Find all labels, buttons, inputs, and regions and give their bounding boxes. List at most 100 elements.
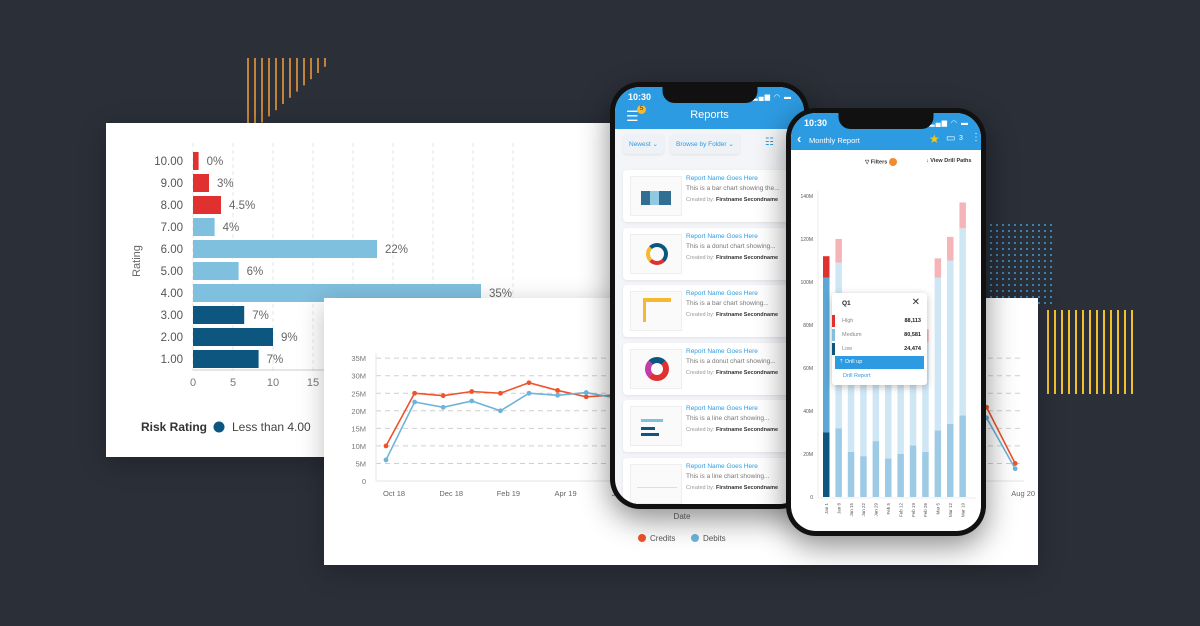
grid-dot: [990, 272, 992, 274]
bar-data-label: 6%: [247, 266, 264, 278]
bar-segment-low[interactable]: [947, 423, 954, 497]
grid-dot: [990, 284, 992, 286]
x-tick-label: Dec 18: [439, 489, 463, 498]
grid-dot: [1050, 290, 1052, 292]
bar-segment-high[interactable]: [835, 239, 842, 263]
report-title[interactable]: Report Name Goes Here: [686, 233, 758, 240]
bar-segment-low[interactable]: [835, 428, 842, 497]
grid-dot: [1014, 260, 1016, 262]
bar-rating-10.00[interactable]: [193, 152, 199, 170]
bar-segment-low[interactable]: [909, 445, 917, 497]
y-tick-label: 1.00: [161, 354, 183, 366]
bar-segment-high[interactable]: [934, 258, 942, 278]
grid-dot: [1002, 284, 1004, 286]
bar-segment-low[interactable]: [922, 451, 929, 497]
report-thumbnail: [630, 406, 682, 446]
report-description: This is a donut chart showing...: [686, 242, 776, 250]
point-debits[interactable]: [583, 390, 589, 395]
bar-rating-6.00[interactable]: [193, 240, 377, 258]
point-debits[interactable]: [498, 408, 503, 414]
report-list-item[interactable]: Report Name Goes Here This is a donut cha…: [623, 227, 804, 280]
grid-dot: [1014, 266, 1016, 268]
bar-rating-8.00[interactable]: [193, 196, 221, 214]
grid-dot: [1014, 230, 1016, 232]
bar-rating-7.00[interactable]: [193, 218, 215, 236]
point-debits[interactable]: [526, 390, 532, 396]
grid-dot: [1014, 290, 1016, 292]
list-view-icon[interactable]: ☷: [765, 137, 774, 148]
point-credits[interactable]: [555, 388, 560, 393]
bar-segment-low[interactable]: [897, 454, 904, 497]
grid-dot: [996, 278, 998, 280]
bar-segment-medium[interactable]: [947, 260, 954, 424]
bar-segment-medium[interactable]: [959, 228, 966, 416]
status-icons: ▂▄▆ ◠ ▬: [752, 94, 792, 101]
grid-dot: [996, 254, 998, 256]
report-title[interactable]: Report Name Goes Here: [686, 175, 758, 182]
bar-segment-low[interactable]: [847, 451, 855, 497]
drill-up-button[interactable]: ⇡ Drill up: [835, 356, 924, 369]
point-debits[interactable]: [440, 404, 446, 410]
bar-data-label: 3%: [217, 178, 234, 190]
legend-debits[interactable]: Debits: [703, 534, 726, 543]
y-tick-label: 8.00: [161, 200, 183, 212]
drill-report-button[interactable]: Drill Report: [843, 373, 871, 379]
y-tick-label: 7.00: [161, 222, 183, 234]
report-list-item[interactable]: Report Name Goes Here This is a donut cha…: [623, 342, 804, 395]
grid-dot: [996, 260, 998, 262]
legend-dot-credits: [638, 534, 646, 542]
point-debits[interactable]: [383, 457, 389, 463]
bar-segment-low[interactable]: [872, 441, 880, 497]
bar-segment-low[interactable]: [959, 415, 966, 497]
point-credits[interactable]: [526, 380, 532, 386]
browse-folder-dropdown[interactable]: Browse by Folder ⌄: [670, 134, 740, 154]
bar-rating-5.00[interactable]: [193, 262, 239, 280]
report-list-item[interactable]: Report Name Goes Here This is a line char…: [623, 457, 804, 504]
legend-credits[interactable]: Credits: [650, 534, 675, 543]
bar-segment-high[interactable]: [947, 236, 954, 261]
sort-newest-dropdown[interactable]: Newest ⌄: [623, 134, 664, 154]
bar-segment-low[interactable]: [885, 458, 892, 497]
bar-segment-low[interactable]: [934, 430, 942, 497]
bar-segment-high[interactable]: [959, 202, 966, 229]
report-list-item[interactable]: Report Name Goes Here This is a bar chart…: [623, 170, 804, 222]
report-title[interactable]: Report Name Goes Here: [686, 348, 758, 355]
report-list-item[interactable]: Report Name Goes Here This is a line char…: [623, 400, 804, 452]
grid-dot: [1002, 260, 1004, 262]
point-credits[interactable]: [440, 393, 446, 399]
grid-dot: [1002, 272, 1004, 274]
grid-dot: [1032, 242, 1034, 244]
point-credits[interactable]: [469, 389, 475, 394]
grid-dot: [1020, 290, 1022, 292]
bar-rating-3.00[interactable]: [193, 306, 245, 324]
series-color-swatch: [832, 315, 835, 327]
popup-close-icon[interactable]: ✕: [912, 297, 920, 308]
bar-segment-low[interactable]: [860, 456, 867, 497]
created-by-label: Created by:: [686, 427, 715, 433]
point-debits[interactable]: [555, 392, 560, 398]
grid-dot: [990, 278, 992, 280]
point-credits[interactable]: [583, 394, 589, 400]
point-credits[interactable]: [383, 443, 389, 449]
bar-rating-9.00[interactable]: [193, 174, 209, 192]
report-list-item[interactable]: Report Name Goes Here This is a bar chart…: [623, 285, 804, 337]
bar-rating-1.00[interactable]: [193, 350, 259, 368]
report-author: Created by: Firstname Secondname: [686, 485, 778, 491]
bar-segment-low[interactable]: [823, 432, 830, 498]
point-credits[interactable]: [412, 390, 417, 396]
report-thumbnail: [630, 233, 682, 274]
y-tick-label: 20M: [351, 407, 366, 416]
report-title[interactable]: Report Name Goes Here: [686, 290, 758, 297]
report-title[interactable]: Report Name Goes Here: [686, 463, 758, 470]
grid-dot: [996, 236, 998, 238]
report-title[interactable]: Report Name Goes Here: [686, 405, 758, 412]
point-debits[interactable]: [412, 399, 417, 405]
point-credits[interactable]: [498, 390, 503, 396]
point-debits[interactable]: [1012, 466, 1018, 472]
point-debits[interactable]: [469, 398, 475, 404]
legend-entry-low[interactable]: Less than 4.00: [232, 420, 311, 434]
bar-rating-2.00[interactable]: [193, 328, 273, 346]
bar-segment-high[interactable]: [823, 256, 830, 278]
bar-segment-medium[interactable]: [823, 277, 830, 433]
bar-segment-medium[interactable]: [934, 277, 942, 431]
